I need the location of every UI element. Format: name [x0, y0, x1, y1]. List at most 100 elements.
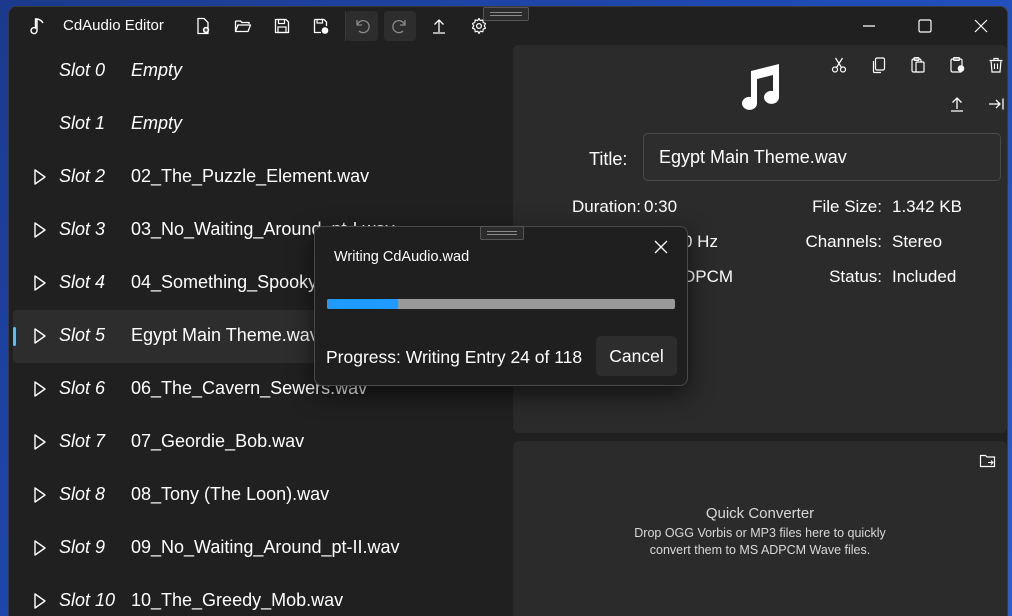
slot-filename: 10_The_Greedy_Mob.wav [131, 590, 344, 610]
slot-label: Slot 6 [59, 378, 106, 398]
scissors-icon [831, 57, 847, 73]
play-icon[interactable] [33, 274, 47, 292]
clipboard-icon [950, 56, 965, 73]
play-icon[interactable] [33, 221, 47, 239]
save-as-button[interactable] [305, 11, 337, 41]
title-label: Title: [589, 149, 628, 169]
music-note-app-icon [30, 18, 44, 35]
status-label: Status: [829, 267, 882, 286]
progress-bar-fill [327, 299, 398, 309]
slot-filename: 09_No_Waiting_Around_pt-II.wav [131, 537, 400, 557]
new-file-icon [197, 17, 210, 35]
redo-button[interactable] [384, 11, 416, 41]
play-icon[interactable] [33, 327, 47, 345]
play-icon[interactable] [33, 380, 47, 398]
converter-title: Quick Converter [705, 505, 815, 522]
trash-icon [989, 57, 1003, 73]
copy-icon [872, 57, 886, 74]
export-icon [951, 97, 963, 112]
undo-icon [356, 19, 370, 34]
slot-label: Slot 1 [59, 113, 106, 133]
slot-filename: 04_Something_Spooky_I [131, 272, 333, 292]
paste-special-button[interactable] [943, 51, 971, 79]
drag-handle[interactable] [483, 7, 529, 21]
filesize-value: 1.342 KB [892, 197, 962, 216]
slot-row[interactable]: Slot 10 10_The_Greedy_Mob.wav [9, 575, 509, 616]
progress-bar [327, 299, 675, 309]
slot-row[interactable]: Slot 1 Empty [9, 98, 509, 151]
redo-icon [392, 19, 406, 34]
folder-convert-icon [979, 454, 996, 468]
slot-filename: 08_Tony (The Loon).wav [131, 484, 330, 504]
save-icon [274, 18, 290, 34]
slot-filename: Empty [131, 60, 183, 80]
app-title: CdAudio Editor [63, 17, 164, 34]
cancel-button[interactable]: Cancel [596, 336, 677, 376]
title-input[interactable] [643, 133, 1001, 181]
slot-row[interactable]: Slot 0 Empty [9, 45, 509, 98]
slot-label: Slot 9 [59, 537, 106, 557]
export-entry-button[interactable] [943, 90, 971, 118]
channels-value: Stereo [892, 232, 943, 251]
save-button[interactable] [266, 11, 298, 41]
paste-button[interactable] [904, 51, 932, 79]
selection-indicator [13, 327, 16, 346]
samplerate-value: 0 Hz [683, 232, 718, 251]
play-icon[interactable] [33, 592, 47, 610]
slot-row[interactable]: Slot 7 07_Geordie_Bob.wav [9, 416, 509, 469]
title-bar: CdAudio Editor [9, 7, 1007, 45]
slot-filename: Empty [131, 113, 183, 133]
slot-row[interactable]: Slot 2 02_The_Puzzle_Element.wav [9, 151, 509, 204]
export-icon [433, 19, 445, 34]
slot-label: Slot 4 [59, 272, 106, 292]
status-value: Included [892, 267, 957, 286]
close-icon [654, 240, 668, 254]
close-button[interactable] [953, 7, 1007, 45]
jump-to-end-button[interactable] [982, 90, 1007, 118]
dialog-title: Writing CdAudio.wad [334, 249, 470, 265]
new-file-button[interactable] [187, 11, 219, 41]
slot-label: Slot 3 [59, 219, 106, 239]
copy-button[interactable] [865, 51, 893, 79]
arrow-to-end-icon [989, 98, 1004, 110]
progress-dialog: Writing CdAudio.wad Progress: Writing En… [314, 226, 688, 386]
maximize-button[interactable] [897, 7, 953, 45]
paste-icon [911, 56, 925, 73]
filesize-label: File Size: [812, 197, 882, 216]
converter-description: Drop OGG Vorbis or MP3 files here to qui… [634, 526, 886, 557]
quick-converter-dropzone[interactable]: Quick Converter Drop OGG Vorbis or MP3 f… [513, 441, 1007, 616]
open-button[interactable] [227, 11, 259, 41]
maximize-icon [918, 19, 932, 33]
slot-label: Slot 0 [59, 60, 106, 80]
minimize-button[interactable] [841, 7, 897, 45]
minimize-icon [863, 25, 875, 27]
export-button[interactable] [423, 11, 455, 41]
slot-filename: 07_Geordie_Bob.wav [131, 431, 305, 451]
converter-folder-button[interactable] [974, 447, 1002, 475]
format-value: DPCM [683, 267, 734, 286]
slot-label: Slot 8 [59, 484, 106, 504]
undo-button[interactable] [346, 11, 378, 41]
slot-label: Slot 10 [59, 590, 116, 610]
open-folder-icon [234, 20, 252, 33]
play-icon[interactable] [33, 433, 47, 451]
play-icon[interactable] [33, 539, 47, 557]
dialog-close-button[interactable] [649, 235, 673, 259]
duration-value: 0:30 [644, 197, 678, 216]
delete-button[interactable] [982, 51, 1007, 79]
music-note-icon [742, 64, 780, 110]
slot-label: Slot 7 [59, 431, 106, 451]
play-icon[interactable] [33, 168, 47, 186]
progress-text: Progress: Writing Entry 24 of 118 [326, 347, 583, 367]
cut-button[interactable] [825, 51, 853, 79]
save-as-icon [313, 18, 329, 34]
play-icon[interactable] [33, 486, 47, 504]
slot-row[interactable]: Slot 8 08_Tony (The Loon).wav [9, 469, 509, 522]
dialog-drag-handle[interactable] [480, 226, 524, 240]
close-icon [974, 19, 988, 33]
channels-label: Channels: [805, 232, 882, 251]
slot-label: Slot 5 [59, 325, 106, 345]
slot-row[interactable]: Slot 9 09_No_Waiting_Around_pt-II.wav [9, 522, 509, 575]
slot-filename: Egypt Main Theme.wav [131, 325, 319, 345]
duration-label: Duration: [572, 197, 641, 216]
